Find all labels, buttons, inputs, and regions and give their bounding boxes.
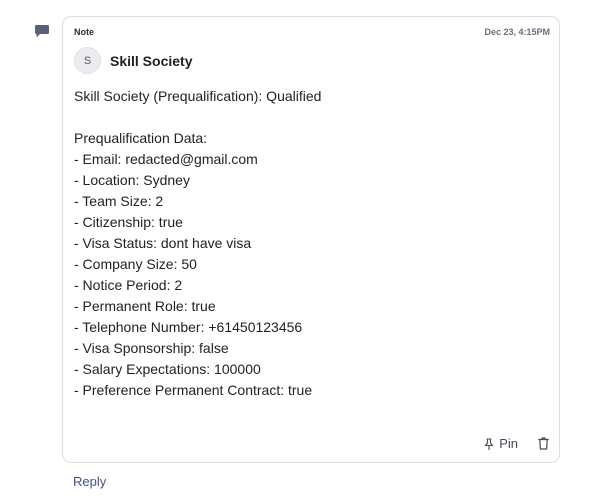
data-line: - Team Size: 2 — [74, 193, 164, 209]
data-line: - Email: redacted@gmail.com — [74, 151, 258, 167]
data-line: - Notice Period: 2 — [74, 277, 183, 293]
data-line: - Salary Expectations: 100000 — [74, 361, 261, 377]
reply-link[interactable]: Reply — [73, 474, 106, 489]
author-name: Skill Society — [110, 52, 193, 69]
section-title: Prequalification Data: — [74, 130, 208, 146]
pin-icon — [484, 437, 494, 450]
delete-button[interactable] — [538, 437, 549, 450]
note-actions: Pin — [484, 436, 549, 451]
data-line: - Citizenship: true — [74, 214, 183, 230]
author-row: S Skill Society — [74, 47, 192, 74]
note-body: Skill Society (Prequalification): Qualif… — [74, 86, 321, 401]
note-activity-item: Note Dec 23, 4:15PM S Skill Society Skil… — [0, 0, 598, 497]
data-line: - Visa Sponsorship: false — [74, 340, 229, 356]
note-headline: Skill Society (Prequalification): Qualif… — [74, 88, 322, 104]
note-speech-bubble-icon — [33, 24, 51, 40]
trash-icon — [538, 437, 549, 450]
data-line: - Permanent Role: true — [74, 298, 216, 314]
pin-label: Pin — [499, 436, 518, 451]
data-line: - Company Size: 50 — [74, 256, 197, 272]
data-line: - Location: Sydney — [74, 172, 190, 188]
avatar: S — [74, 47, 101, 74]
data-line: - Preference Permanent Contract: true — [74, 382, 313, 398]
data-line: - Visa Status: dont have visa — [74, 235, 252, 251]
data-line: - Telephone Number: +61450123456 — [74, 319, 303, 335]
note-timestamp: Dec 23, 4:15PM — [484, 27, 550, 37]
note-card: Note Dec 23, 4:15PM S Skill Society Skil… — [62, 16, 560, 463]
pin-button[interactable]: Pin — [484, 436, 518, 451]
note-type-label: Note — [74, 27, 94, 37]
